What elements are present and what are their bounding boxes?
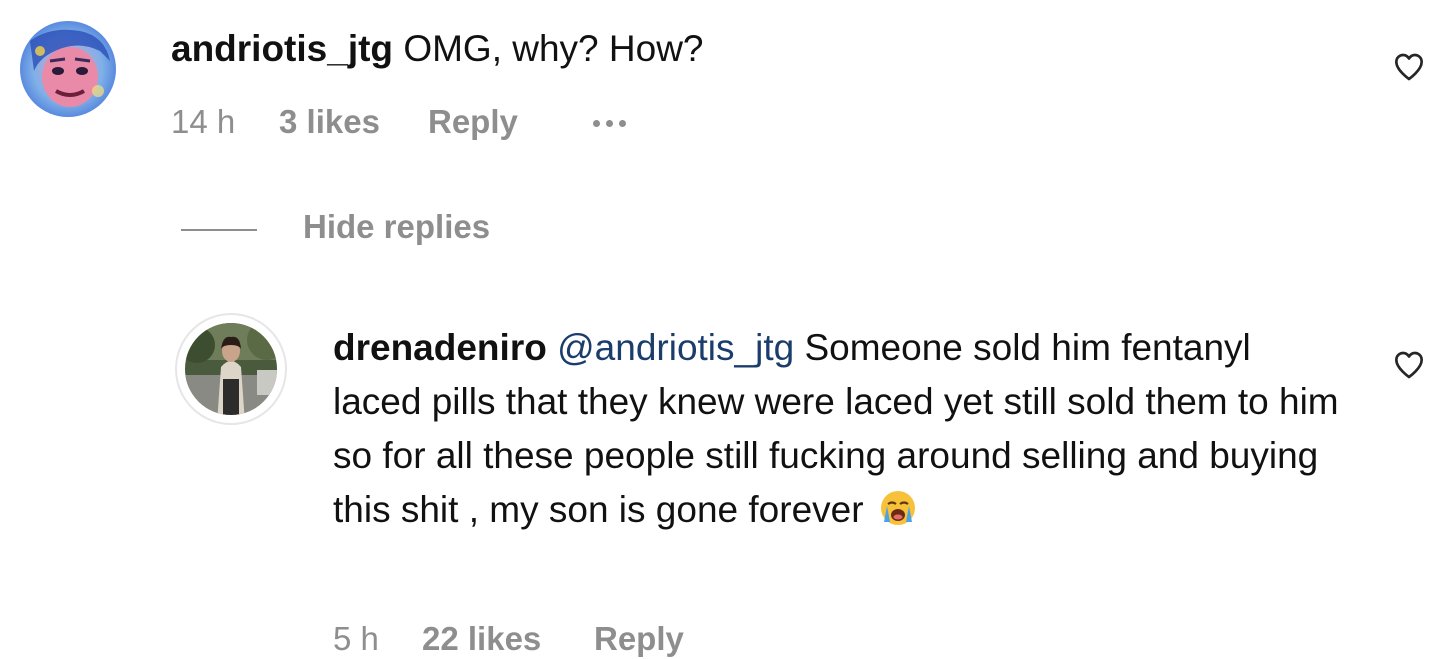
reply-button[interactable]: Reply bbox=[428, 102, 518, 142]
comment-username[interactable]: andriotis_jtg bbox=[171, 28, 393, 69]
reply-body: drenadeniro @andriotis_jtg Someone sold … bbox=[333, 321, 1343, 537]
loudly-crying-face-emoji-icon bbox=[880, 491, 915, 525]
reply-avatar[interactable] bbox=[175, 313, 287, 425]
hide-replies-button[interactable]: Hide replies bbox=[303, 207, 490, 247]
comment-meta: 14 h 3 likes Reply bbox=[171, 102, 671, 142]
more-options-icon[interactable] bbox=[593, 120, 626, 127]
replies-divider bbox=[181, 229, 257, 231]
reply-time: 5 h bbox=[333, 620, 379, 657]
avatar-photo-icon bbox=[20, 21, 116, 117]
comment-text: OMG, why? How? bbox=[403, 28, 704, 69]
reply-mention-link[interactable]: @andriotis_jtg bbox=[557, 327, 794, 368]
commenter-avatar[interactable] bbox=[20, 21, 116, 117]
reply-button[interactable]: Reply bbox=[594, 619, 684, 659]
reply-likes-count[interactable]: 22 likes bbox=[422, 619, 541, 659]
like-heart-icon[interactable] bbox=[1392, 349, 1426, 381]
reply-meta: 5 h 22 likes Reply bbox=[333, 619, 833, 659]
comment-likes-count[interactable]: 3 likes bbox=[279, 102, 380, 142]
comment-body: andriotis_jtg OMG, why? How? bbox=[171, 22, 704, 76]
comment-time: 14 h bbox=[171, 103, 236, 140]
reply-username[interactable]: drenadeniro bbox=[333, 327, 547, 368]
like-heart-icon[interactable] bbox=[1392, 51, 1426, 83]
avatar-photo-icon bbox=[185, 323, 277, 415]
